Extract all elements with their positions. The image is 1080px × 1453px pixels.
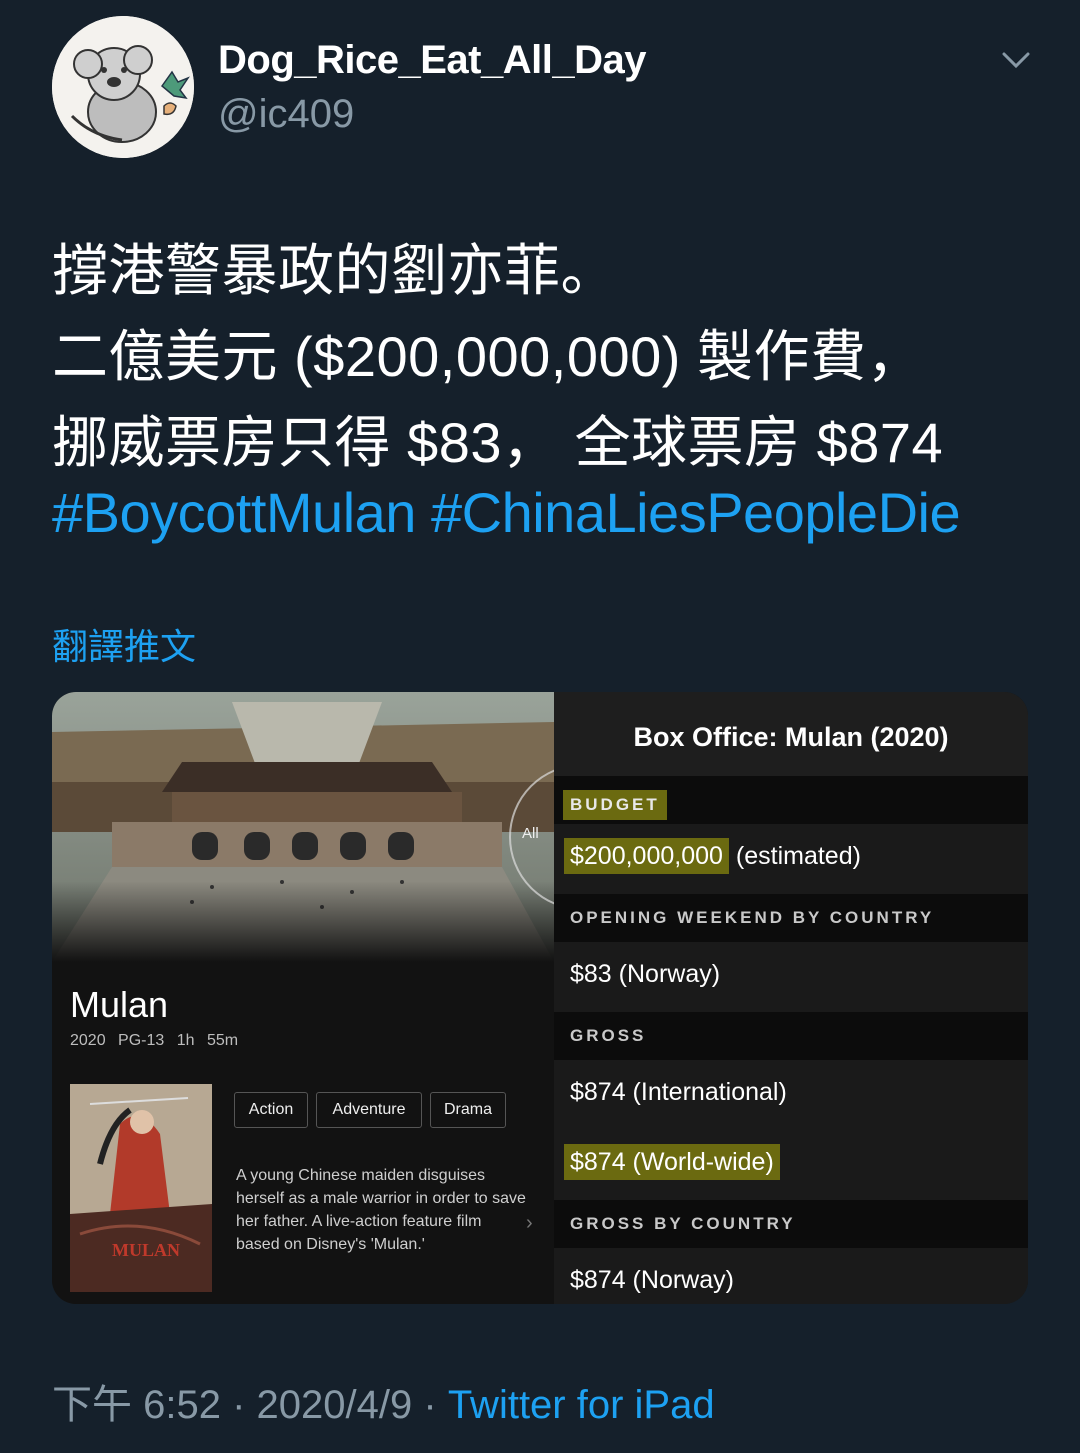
tweet-time[interactable]: 下午 6:52 (52, 1383, 221, 1427)
genre-action[interactable]: Action (234, 1092, 308, 1128)
opening-value: $83 (Norway) (570, 960, 721, 988)
gross-ww-value: $874 (World-wide) (564, 1144, 780, 1180)
scene-badge: All (522, 825, 539, 842)
chevron-down-icon[interactable] (996, 44, 1036, 76)
movie-year: 2020 (70, 1032, 106, 1049)
opening-row: $83 (Norway) (554, 942, 1028, 1013)
genre-adventure[interactable]: Adventure (316, 1092, 422, 1128)
hashtag-link[interactable]: #BoycottMulan (52, 481, 416, 544)
tweet-text-line: 撐港警暴政的劉亦菲。 (52, 239, 617, 302)
movie-panel: All Mulan 2020 PG-13 1h 55m MULAN Action… (52, 692, 655, 1304)
movie-runtime: 1h 55m (176, 1032, 239, 1049)
hashtags: #BoycottMulan #ChinaLiesPeopleDie (52, 480, 961, 545)
gross-country-row: $874 (Norway) (554, 1248, 1028, 1304)
separator: · (423, 1383, 437, 1427)
section-opening: OPENING WEEKEND BY COUNTRY (554, 894, 1028, 942)
hashtag-link[interactable]: #ChinaLiesPeopleDie (431, 481, 961, 544)
section-label: BUDGET (563, 790, 667, 820)
gross-intl-row: $874 (International) (554, 1060, 1028, 1131)
avatar[interactable] (52, 16, 194, 158)
separator: · (232, 1383, 246, 1427)
box-office-title: Box Office: Mulan (2020) (554, 692, 1028, 776)
tweet-footer: 下午 6:52 · 2020/4/9 · Twitter for iPad (52, 1372, 715, 1430)
tweet-date[interactable]: 2020/4/9 (257, 1383, 413, 1427)
budget-row: $200,000,000 (estimated) (554, 824, 1028, 895)
section-label: GROSS BY COUNTRY (570, 1214, 796, 1233)
movie-meta: 2020 PG-13 1h 55m (70, 1032, 238, 1050)
section-budget: BUDGET (554, 776, 1028, 824)
translate-tweet-link[interactable]: 翻譯推文 (52, 618, 196, 670)
tweet-source-link[interactable]: Twitter for iPad (448, 1383, 715, 1427)
budget-note: (estimated) (735, 842, 861, 870)
movie-plot: A young Chinese maiden disguises herself… (236, 1167, 526, 1253)
gross-country-value: $874 (Norway) (570, 1266, 734, 1294)
movie-poster: MULAN (70, 1084, 212, 1292)
display-name[interactable]: Dog_Rice_Eat_All_Day (218, 38, 646, 83)
section-label: OPENING WEEKEND BY COUNTRY (570, 908, 935, 927)
genre-drama[interactable]: Drama (430, 1092, 506, 1128)
gross-ww-row: $874 (World-wide) (554, 1130, 1028, 1201)
movie-rating: PG-13 (118, 1032, 165, 1049)
movie-title: Mulan (70, 984, 169, 1025)
poster-title: MULAN (112, 1240, 180, 1260)
gross-intl-value: $874 (International) (570, 1078, 787, 1106)
movie-scene-image: All (52, 692, 655, 962)
user-handle[interactable]: @ic409 (218, 92, 354, 137)
section-gross-country: GROSS BY COUNTRY (554, 1200, 1028, 1248)
attached-image[interactable]: All Mulan 2020 PG-13 1h 55m MULAN Action… (52, 692, 1028, 1304)
tweet-text-line: 挪威票房只得 $83， 全球票房 $874 (52, 411, 944, 474)
tweet-text-line: 二億美元 ($200,000,000) 製作費， (52, 325, 923, 388)
section-gross: GROSS (554, 1012, 1028, 1060)
box-office-panel: Box Office: Mulan (2020) BUDGET $200,000… (554, 692, 1028, 1304)
section-label: GROSS (570, 1026, 647, 1045)
chevron-right-icon[interactable]: › (526, 1212, 533, 1235)
budget-value: $200,000,000 (564, 838, 729, 874)
